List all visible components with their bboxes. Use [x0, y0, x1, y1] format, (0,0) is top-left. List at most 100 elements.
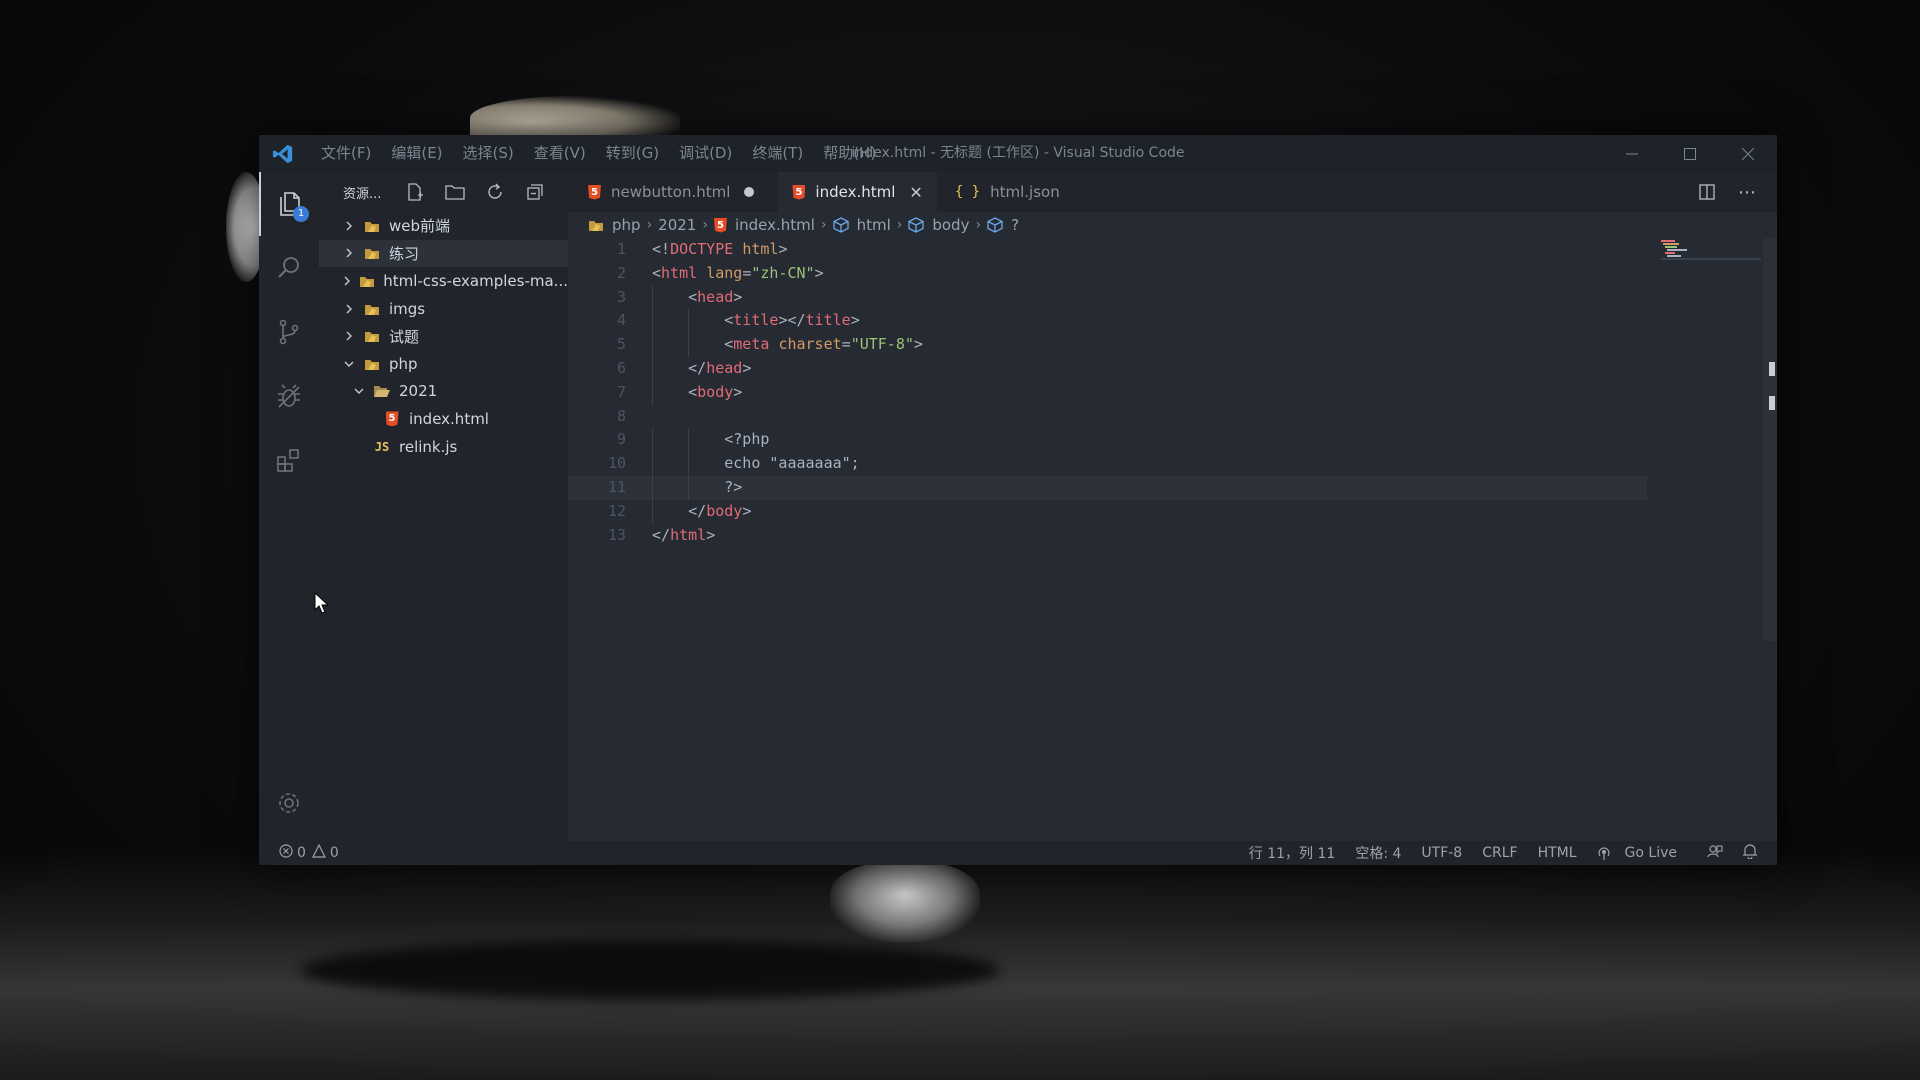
tree-item-folder[interactable]: 2021 — [319, 378, 568, 406]
search-icon[interactable] — [259, 236, 319, 300]
more-actions-icon[interactable]: ⋯ — [1727, 182, 1767, 203]
close-button[interactable] — [1719, 135, 1777, 172]
maximize-button[interactable] — [1661, 135, 1719, 172]
close-icon[interactable]: ✕ — [909, 183, 922, 202]
tab-html-json[interactable]: { } html.json — [936, 172, 1074, 212]
json-file-icon: { } — [954, 184, 981, 200]
menu-help[interactable]: 帮助(H) — [813, 135, 886, 172]
minimap[interactable] — [1661, 238, 1761, 278]
menu-debug[interactable]: 调试(D) — [669, 135, 742, 172]
split-editor-icon[interactable] — [1687, 184, 1727, 200]
line-ending[interactable]: CRLF — [1472, 845, 1527, 861]
status-bar: 0 0 行 11，列 11 空格: 4 UTF-8 CRLF HTML Go L… — [259, 841, 1777, 865]
new-file-icon[interactable] — [395, 172, 435, 212]
html-file-icon: 5 — [588, 184, 601, 200]
code-line[interactable]: 11 ?> — [568, 475, 1647, 500]
extensions-icon[interactable] — [259, 428, 319, 492]
code-text: <title></title> — [626, 309, 860, 334]
breadcrumb-item[interactable]: html — [832, 216, 891, 234]
tab-newbutton-html[interactable]: 5 newbutton.html — [568, 172, 769, 212]
tab-index-html[interactable]: 5 index.html ✕ — [778, 172, 937, 212]
breadcrumb-item[interactable]: php — [588, 216, 641, 234]
encoding[interactable]: UTF-8 — [1411, 845, 1472, 861]
code-line[interactable]: 7 <body> — [568, 380, 1647, 405]
collapse-all-icon[interactable] — [515, 172, 555, 212]
line-number: 10 — [607, 454, 626, 473]
code-line[interactable]: 6 </head> — [568, 356, 1647, 381]
code-line[interactable]: 4 <title></title> — [568, 309, 1647, 334]
language-mode[interactable]: HTML — [1528, 845, 1587, 861]
code-text: </html> — [652, 525, 716, 544]
tree-item-file[interactable]: 5 index.html — [319, 405, 568, 433]
tree-item-folder[interactable]: 练习 — [319, 239, 568, 268]
problems-indicator[interactable]: 0 0 — [259, 843, 339, 862]
code-text: <html lang="zh-CN"> — [652, 263, 824, 282]
code-text: </head> — [626, 356, 751, 381]
tree-item-folder[interactable]: 试题 — [319, 322, 568, 350]
indentation[interactable]: 空格: 4 — [1345, 843, 1411, 863]
indent-guide — [688, 452, 690, 476]
debug-icon[interactable] — [259, 364, 319, 428]
tree-item-folder[interactable]: imgs — [319, 295, 568, 323]
menu-selection[interactable]: 选择(S) — [453, 135, 524, 172]
source-control-icon[interactable] — [259, 300, 319, 364]
cursor-position[interactable]: 行 11，列 11 — [1239, 843, 1346, 863]
menu-view[interactable]: 查看(V) — [524, 135, 596, 172]
breadcrumb-item[interactable]: 2021 — [658, 216, 696, 234]
background-figure — [470, 96, 680, 140]
feedback-icon[interactable] — [1697, 843, 1733, 863]
chevron-right-icon — [341, 221, 357, 231]
broadcast-icon — [1597, 847, 1610, 860]
modified-dot-icon[interactable] — [744, 187, 755, 197]
chevron-right-icon: › — [975, 217, 982, 233]
code-line[interactable]: 5 <meta charset="UTF-8"> — [568, 333, 1647, 357]
tree-item-folder[interactable]: html-css-examples-ma... — [319, 267, 568, 295]
editor-scrollbar[interactable] — [1763, 238, 1777, 641]
refresh-icon[interactable] — [475, 172, 515, 212]
go-live-button[interactable]: Go Live — [1587, 845, 1697, 861]
line-number: 2 — [616, 263, 626, 282]
indent-guide — [652, 499, 653, 524]
code-line[interactable]: 10 echo "aaaaaaa"; — [568, 452, 1647, 476]
menu-bar: 文件(F) 编辑(E) 选择(S) 查看(V) 转到(G) 调试(D) 终端(T… — [311, 135, 886, 172]
tree-item-label: relink.js — [399, 437, 458, 456]
explorer-badge: 1 — [293, 206, 309, 222]
indent-guide — [688, 428, 690, 453]
menu-edit[interactable]: 编辑(E) — [381, 135, 452, 172]
breadcrumb-item[interactable]: body — [908, 216, 969, 234]
code-line[interactable]: 2 <html lang="zh-CN"> — [568, 262, 1647, 286]
code-line[interactable]: 8 — [568, 405, 1647, 429]
tree-item-folder[interactable]: web前端 — [319, 212, 568, 240]
background-figure — [830, 862, 980, 942]
gear-icon[interactable] — [259, 775, 319, 831]
symbol-cube-icon — [908, 217, 924, 233]
code-line[interactable]: 1 <!DOCTYPE html> — [568, 238, 1647, 262]
menu-terminal[interactable]: 终端(T) — [742, 135, 813, 172]
error-icon — [279, 844, 293, 862]
menu-go[interactable]: 转到(G) — [596, 135, 669, 172]
line-number: 3 — [616, 287, 626, 306]
code-line[interactable]: 3 <head> — [568, 285, 1647, 310]
minimize-button[interactable] — [1603, 135, 1661, 172]
menu-file[interactable]: 文件(F) — [311, 135, 381, 172]
indent-guide — [652, 333, 653, 357]
explorer-icon[interactable]: 1 — [259, 172, 319, 236]
breadcrumb-item[interactable]: ? — [987, 216, 1019, 234]
breadcrumb-label: 2021 — [658, 216, 697, 234]
code-editor[interactable]: 1 <!DOCTYPE html> 2 <html lang="zh-CN"> 3 <h… — [568, 238, 1647, 841]
tree-item-file[interactable]: JS relink.js — [319, 433, 568, 461]
tree-item-folder[interactable]: php — [319, 350, 568, 378]
code-line[interactable]: 12 </body> — [568, 499, 1647, 524]
indent-guide — [688, 475, 690, 500]
code-line[interactable]: 9 <?php — [568, 428, 1647, 453]
code-line[interactable]: 13 </html> — [568, 524, 1647, 548]
code-text: <body> — [626, 380, 742, 405]
tree-item-label: index.html — [409, 409, 489, 428]
new-folder-icon[interactable] — [435, 172, 475, 212]
folder-icon — [363, 301, 381, 317]
breadcrumb-label: ? — [1011, 216, 1020, 234]
breadcrumb-label: php — [612, 216, 641, 234]
breadcrumb-item[interactable]: 5 index.html — [713, 216, 815, 234]
notifications-icon[interactable] — [1733, 843, 1767, 863]
